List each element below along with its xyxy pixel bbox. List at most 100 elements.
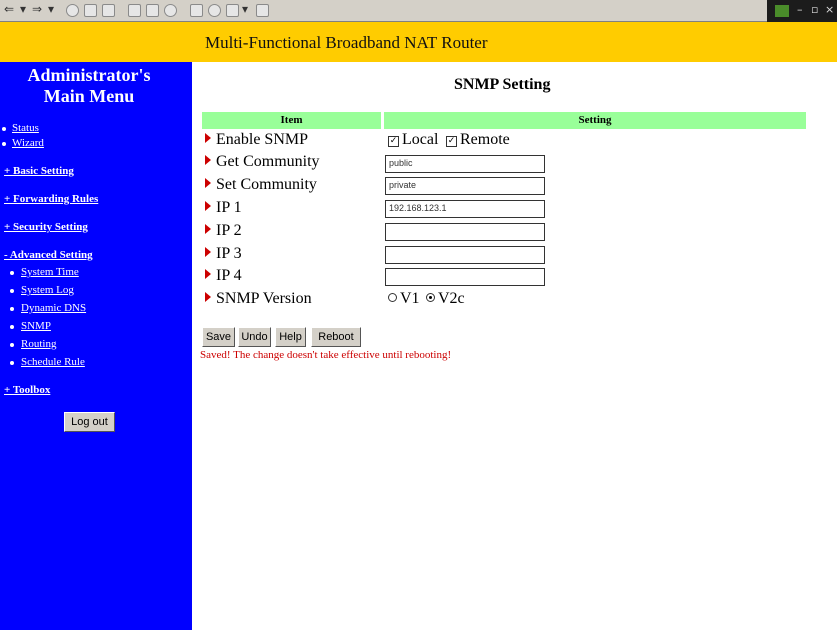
bullet-icon	[2, 127, 6, 131]
undo-button[interactable]: Undo	[238, 327, 271, 347]
main-content: SNMP Setting Item Setting Enable SNMP ✓ L…	[192, 62, 837, 630]
sidebar-menu: Administrator's Main Menu Status Wizard …	[0, 62, 192, 630]
label-ip-2: IP 2	[205, 222, 242, 240]
bullet-icon	[10, 325, 14, 329]
sidebar-heading: Administrator's Main Menu	[0, 65, 178, 107]
print-icon[interactable]	[208, 4, 221, 17]
dropdown-icon[interactable]: ▾	[20, 2, 26, 16]
v2c-radio[interactable]	[426, 293, 435, 302]
forward-icon[interactable]: ⇒	[32, 2, 42, 16]
local-label: Local	[402, 131, 439, 148]
column-header-setting: Setting	[384, 112, 806, 129]
status-message: Saved! The change doesn't take effective…	[200, 349, 452, 361]
edit-icon[interactable]	[226, 4, 239, 17]
sidebar-item-forwarding-rules[interactable]: + Forwarding Rules	[4, 193, 98, 205]
back-icon[interactable]: ⇐	[4, 2, 14, 16]
bullet-icon	[10, 361, 14, 365]
bullet-icon	[2, 142, 6, 146]
mail-icon[interactable]	[190, 4, 203, 17]
browser-toolbar: ⇐ ▾ ⇒ ▾ ▾ – ▫ ×	[0, 0, 837, 22]
label-text: Get Community	[216, 153, 320, 170]
ip-2-input[interactable]	[385, 223, 545, 241]
sidebar-item-dynamic-dns[interactable]: Dynamic DNS	[21, 302, 86, 314]
help-button[interactable]: Help	[275, 327, 306, 347]
label-ip-4: IP 4	[205, 267, 242, 285]
v1-radio[interactable]	[388, 293, 397, 302]
bullet-icon	[10, 271, 14, 275]
label-text: IP 4	[216, 267, 242, 284]
arrow-bullet-icon	[205, 133, 211, 143]
label-get-community: Get Community	[205, 153, 320, 171]
remote-label: Remote	[460, 131, 510, 148]
arrow-bullet-icon	[205, 155, 211, 165]
label-snmp-version: SNMP Version	[205, 290, 312, 308]
get-community-input[interactable]: public	[385, 155, 545, 173]
favorites-icon[interactable]	[146, 4, 159, 17]
maximize-icon[interactable]: ▫	[811, 3, 818, 16]
minimize-icon[interactable]: –	[797, 3, 803, 16]
sidebar-item-wizard[interactable]: Wizard	[12, 137, 44, 149]
v1-label: V1	[400, 290, 420, 307]
close-icon[interactable]: ×	[825, 3, 834, 16]
refresh-icon[interactable]	[84, 4, 97, 17]
label-ip-1: IP 1	[205, 199, 242, 217]
v2c-label: V2c	[438, 290, 465, 307]
router-title: Multi-Functional Broadband NAT Router	[205, 33, 488, 52]
ip-1-input[interactable]: 192.168.123.1	[385, 200, 545, 218]
arrow-bullet-icon	[205, 224, 211, 234]
sidebar-item-system-log[interactable]: System Log	[21, 284, 74, 296]
stop-icon[interactable]	[66, 4, 79, 17]
label-text: IP 3	[216, 245, 242, 262]
label-enable-snmp: Enable SNMP	[205, 131, 308, 149]
sidebar-heading-line1: Administrator's	[27, 65, 151, 85]
arrow-bullet-icon	[205, 201, 211, 211]
dropdown-icon[interactable]: ▾	[48, 2, 54, 16]
sidebar-item-security-setting[interactable]: + Security Setting	[4, 221, 88, 233]
ip-4-input[interactable]	[385, 268, 545, 286]
search-icon[interactable]	[128, 4, 141, 17]
sidebar-item-routing[interactable]: Routing	[21, 338, 56, 350]
version-v2c-option[interactable]: V2c	[426, 290, 465, 308]
remote-checkbox[interactable]: ✓	[446, 136, 457, 147]
arrow-bullet-icon	[205, 247, 211, 257]
history-icon[interactable]	[164, 4, 177, 17]
label-ip-3: IP 3	[205, 245, 242, 263]
label-text: IP 1	[216, 199, 242, 216]
sidebar-item-toolbox[interactable]: + Toolbox	[4, 384, 50, 396]
sidebar-item-basic-setting[interactable]: + Basic Setting	[4, 165, 74, 177]
enable-remote-option[interactable]: ✓ Remote	[446, 131, 510, 149]
label-text: Enable SNMP	[216, 131, 308, 148]
arrow-bullet-icon	[205, 292, 211, 302]
home-icon[interactable]	[102, 4, 115, 17]
bullet-icon	[10, 307, 14, 311]
bullet-icon	[10, 289, 14, 293]
label-set-community: Set Community	[205, 176, 317, 194]
sidebar-item-system-time[interactable]: System Time	[21, 266, 79, 278]
enable-local-option[interactable]: ✓ Local	[388, 131, 438, 149]
sidebar-item-status[interactable]: Status	[12, 122, 39, 134]
page-title: SNMP Setting	[454, 76, 551, 93]
dropdown-icon[interactable]: ▾	[242, 2, 248, 16]
windows-logo-icon	[775, 5, 789, 17]
version-v1-option[interactable]: V1	[388, 290, 420, 308]
column-header-item: Item	[202, 112, 381, 129]
sidebar-item-advanced-setting[interactable]: - Advanced Setting	[4, 249, 93, 261]
window-controls: – ▫ ×	[767, 0, 837, 22]
arrow-bullet-icon	[205, 178, 211, 188]
sidebar-item-snmp[interactable]: SNMP	[21, 320, 51, 332]
arrow-bullet-icon	[205, 269, 211, 279]
sidebar-heading-line2: Main Menu	[43, 86, 135, 106]
ip-3-input[interactable]	[385, 246, 545, 264]
header-banner: Multi-Functional Broadband NAT Router	[0, 22, 837, 62]
set-community-input[interactable]: private	[385, 177, 545, 195]
label-text: Set Community	[216, 176, 317, 193]
label-text: SNMP Version	[216, 290, 312, 307]
logout-button[interactable]: Log out	[64, 412, 115, 432]
sidebar-item-schedule-rule[interactable]: Schedule Rule	[21, 356, 85, 368]
label-text: IP 2	[216, 222, 242, 239]
reboot-button[interactable]: Reboot	[311, 327, 361, 347]
discuss-icon[interactable]	[256, 4, 269, 17]
save-button[interactable]: Save	[202, 327, 235, 347]
local-checkbox[interactable]: ✓	[388, 136, 399, 147]
bullet-icon	[10, 343, 14, 347]
